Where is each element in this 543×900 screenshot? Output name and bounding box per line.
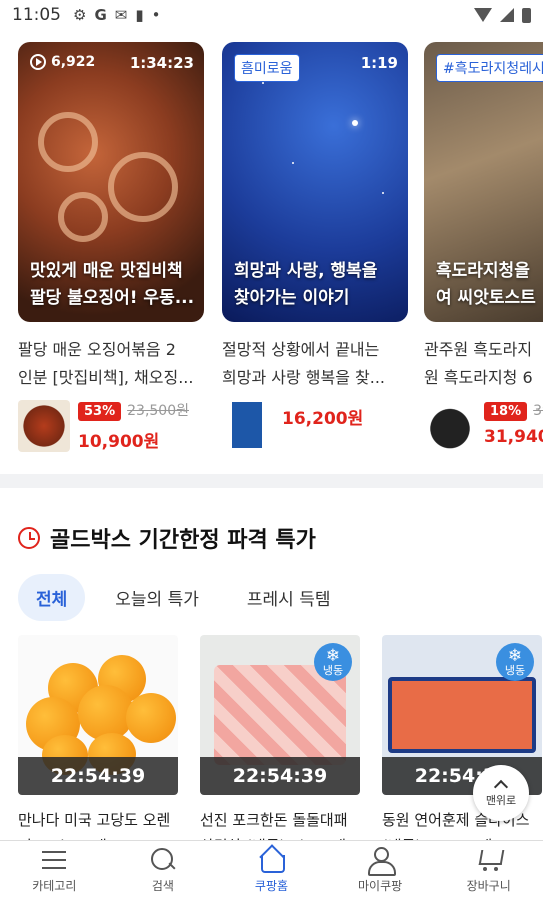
video-duration: 1:19	[360, 54, 398, 72]
video-card-carousel: 6,922 1:34:23 맛있게 매운 맛집비책 팔당 불오징어! 우동...…	[0, 42, 543, 462]
video-caption: 맛있게 매운 맛집비책 팔당 불오징어! 우동...	[30, 261, 195, 308]
discount-badge: 18%	[484, 402, 528, 421]
discount-badge: 53%	[78, 402, 122, 421]
scroll-to-top-button[interactable]: 맨위로	[473, 765, 529, 821]
nav-my-coupang[interactable]: 마이쿠팡	[326, 841, 435, 900]
sale-price: 31,940	[484, 427, 543, 447]
chip-today-deals[interactable]: 오늘의 특가	[97, 574, 217, 621]
settings-gear-icon: ⚙	[73, 6, 87, 24]
wifi-icon	[474, 8, 492, 22]
deal-image[interactable]: 22:54:39	[18, 635, 178, 795]
section-title: 골드박스 기간한정 파격 특가	[50, 528, 316, 553]
alarm-clock-icon	[18, 527, 40, 549]
original-price: 23,500원	[127, 403, 189, 419]
section-divider	[0, 474, 543, 488]
gmail-icon: ✉	[114, 6, 128, 24]
snowflake-icon: ❄	[507, 646, 523, 666]
video-thumbnail[interactable]: 흠미로움 1:19 희망과 사랑, 행복을 찾아가는 이야기	[222, 42, 408, 322]
product-title[interactable]: 팔당 매운 오징어볶음 2 인분 [맛집비책], 채오징...	[18, 336, 204, 392]
sim-icon: ▮	[135, 6, 144, 24]
view-count: 6,922	[30, 54, 95, 70]
nav-search[interactable]: 검색	[109, 841, 218, 900]
search-icon	[148, 847, 178, 873]
video-card[interactable]: 6,922 1:34:23 맛있게 매운 맛집비책 팔당 불오징어! 우동...…	[18, 42, 204, 452]
cart-icon	[474, 847, 504, 873]
video-tag: 흠미로움	[234, 54, 300, 82]
home-icon	[256, 847, 286, 873]
google-icon: G	[94, 6, 107, 24]
nav-home[interactable]: 쿠팡홈	[217, 841, 326, 900]
notification-dot-icon: •	[151, 6, 161, 24]
original-price: 39	[533, 403, 543, 419]
video-caption: 희망과 사랑, 행복을 찾아가는 이야기	[234, 261, 378, 308]
chip-all[interactable]: 전체	[18, 574, 86, 621]
deal-timer: 22:54:39	[18, 757, 178, 795]
deal-image[interactable]: ❄ 냉동 22:54:39	[200, 635, 360, 795]
video-card[interactable]: 흠미로움 1:19 희망과 사랑, 행복을 찾아가는 이야기 절망적 상황에서 …	[222, 42, 408, 452]
video-tag: #흑도라지청레시	[436, 54, 543, 82]
video-thumbnail[interactable]: 6,922 1:34:23 맛있게 매운 맛집비책 팔당 불오징어! 우동...	[18, 42, 204, 322]
sale-price: 16,200원	[282, 409, 364, 429]
snowflake-icon: ❄	[325, 646, 341, 666]
gold-box-header: 골드박스 기간한정 파격 특가	[18, 522, 316, 554]
product-image[interactable]	[424, 400, 476, 452]
status-time: 11:05	[12, 5, 61, 25]
nav-category[interactable]: 카테고리	[0, 841, 109, 900]
video-duration: 1:34:23	[129, 54, 194, 72]
deal-card[interactable]: ❄냉동 22:54:39 선진 포크한돈 돌돌대패 삼겹살 (냉동) 1kg 1…	[200, 635, 360, 845]
frozen-badge: ❄ 냉동	[496, 643, 534, 681]
cell-signal-icon	[500, 8, 514, 22]
user-icon	[365, 847, 397, 876]
video-caption: 흑도라지청을 여 씨앗토스트	[436, 261, 536, 308]
nav-cart[interactable]: 장바구니	[434, 841, 543, 900]
chip-fresh[interactable]: 프레시 득템	[229, 574, 349, 621]
status-bar: 11:05 ⚙ G ✉ ▮ •	[0, 0, 543, 30]
product-title[interactable]: 절망적 상황에서 끝내는 희망과 사랑 행복을 찾...	[222, 336, 408, 392]
video-thumbnail[interactable]: #흑도라지청레시 흑도라지청을 여 씨앗토스트	[424, 42, 543, 322]
sale-price: 10,900원	[78, 432, 160, 452]
deal-carousel: 22:54:39 만나다 미국 고당도 오렌 지 1.5kg 1개 ❄냉동 22…	[18, 635, 543, 845]
frozen-badge: ❄ 냉동	[314, 643, 352, 681]
battery-icon	[522, 7, 531, 23]
play-icon	[30, 54, 46, 70]
product-image[interactable]	[18, 400, 70, 452]
bottom-navigation: 카테고리 검색 쿠팡홈 마이쿠팡 장바구니	[0, 840, 543, 900]
deal-timer: 22:54:39	[200, 757, 360, 795]
product-title[interactable]: 관주원 흑도라지 원 흑도라지청 6	[424, 336, 543, 392]
deal-card[interactable]: 22:54:39 만나다 미국 고당도 오렌 지 1.5kg 1개	[18, 635, 178, 845]
product-image[interactable]	[222, 400, 274, 452]
video-card[interactable]: #흑도라지청레시 흑도라지청을 여 씨앗토스트 관주원 흑도라지 원 흑도라지청…	[424, 42, 543, 452]
menu-icon	[39, 847, 69, 873]
filter-chips: 전체 오늘의 특가 프레시 득템	[18, 574, 349, 621]
